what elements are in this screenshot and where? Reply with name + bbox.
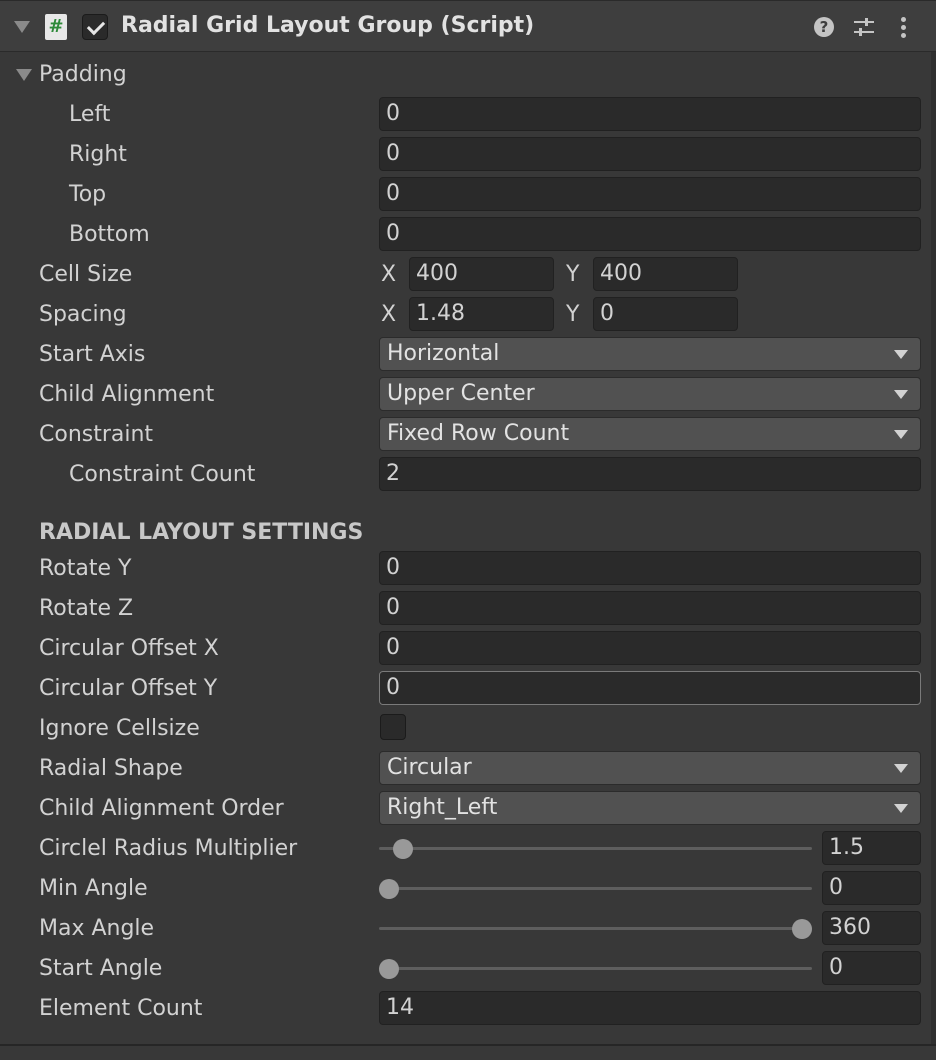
ignore-cellsize-label: Ignore Cellsize: [39, 716, 200, 741]
max-angle-slider[interactable]: [379, 927, 812, 930]
ignore-cellsize-checkbox[interactable]: [380, 714, 406, 740]
circle-radius-multiplier-slider[interactable]: [379, 847, 812, 850]
padding-bottom-label: Bottom: [69, 222, 150, 247]
component-title: Radial Grid Layout Group (Script): [121, 13, 535, 38]
component-header: # Radial Grid Layout Group (Script) ?: [0, 0, 936, 52]
child-alignment-order-label: Child Alignment Order: [39, 796, 284, 821]
script-icon: #: [45, 14, 67, 40]
radial-shape-dropdown[interactable]: Circular: [379, 751, 921, 785]
start-axis-value: Horizontal: [387, 341, 500, 366]
start-angle-slider-thumb[interactable]: [379, 959, 399, 979]
padding-right-field[interactable]: 0: [379, 137, 921, 171]
chevron-down-icon: [894, 430, 908, 439]
fold-arrow-icon[interactable]: [14, 21, 30, 33]
circular-offset-x-label: Circular Offset X: [39, 636, 219, 661]
start-angle-field[interactable]: 0: [822, 951, 921, 985]
start-angle-label: Start Angle: [39, 956, 163, 981]
max-angle-field[interactable]: 360: [822, 911, 921, 945]
cell-size-y-letter[interactable]: Y: [566, 261, 579, 289]
scrollbar[interactable]: [931, 52, 936, 1044]
rotate-z-label: Rotate Z: [39, 596, 134, 621]
min-angle-label: Min Angle: [39, 876, 148, 901]
cell-size-x-field[interactable]: 400: [409, 257, 554, 291]
padding-fold-arrow-icon[interactable]: [16, 69, 32, 81]
spacing-label: Spacing: [39, 302, 127, 327]
circular-offset-x-field[interactable]: 0: [379, 631, 921, 665]
padding-bottom-field[interactable]: 0: [379, 217, 921, 251]
circular-offset-y-field[interactable]: 0: [379, 671, 921, 705]
constraint-count-field[interactable]: 2: [379, 457, 921, 491]
radial-shape-value: Circular: [387, 755, 472, 780]
component-enabled-checkbox[interactable]: [82, 14, 108, 40]
min-angle-slider-thumb[interactable]: [379, 879, 399, 899]
padding-label[interactable]: Padding: [39, 61, 127, 89]
start-axis-dropdown[interactable]: Horizontal: [379, 337, 921, 371]
rotate-y-field[interactable]: 0: [379, 551, 921, 585]
padding-top-field[interactable]: 0: [379, 177, 921, 211]
spacing-y-field[interactable]: 0: [593, 297, 738, 331]
child-alignment-dropdown[interactable]: Upper Center: [379, 377, 921, 411]
child-alignment-order-value: Right_Left: [387, 795, 498, 820]
circle-radius-multiplier-label: Circlel Radius Multiplier: [39, 836, 298, 861]
spacing-y-letter[interactable]: Y: [566, 301, 579, 329]
cell-size-label: Cell Size: [39, 262, 133, 287]
element-count-label: Element Count: [39, 996, 203, 1021]
child-alignment-order-dropdown[interactable]: Right_Left: [379, 791, 921, 825]
circular-offset-y-label: Circular Offset Y: [39, 676, 218, 701]
chevron-down-icon: [894, 390, 908, 399]
padding-top-label: Top: [69, 182, 107, 207]
cell-size-y-field[interactable]: 400: [593, 257, 738, 291]
chevron-down-icon: [894, 764, 908, 773]
circle-radius-multiplier-field[interactable]: 1.5: [822, 831, 921, 865]
constraint-value: Fixed Row Count: [387, 421, 570, 446]
spacing-x-letter[interactable]: X: [381, 301, 396, 329]
preset-icon[interactable]: [852, 15, 876, 39]
more-icon[interactable]: [896, 15, 910, 41]
constraint-dropdown[interactable]: Fixed Row Count: [379, 417, 921, 451]
min-angle-slider[interactable]: [379, 887, 812, 890]
radial-shape-label: Radial Shape: [39, 756, 183, 781]
rotate-y-label: Rotate Y: [39, 556, 132, 581]
max-angle-slider-thumb[interactable]: [792, 919, 812, 939]
spacing-x-field[interactable]: 1.48: [409, 297, 554, 331]
radial-settings-heading: RADIAL LAYOUT SETTINGS: [39, 520, 364, 545]
chevron-down-icon: [894, 804, 908, 813]
padding-right-label: Right: [69, 142, 127, 167]
min-angle-field[interactable]: 0: [822, 871, 921, 905]
child-alignment-label: Child Alignment: [39, 382, 215, 407]
constraint-label: Constraint: [39, 422, 154, 447]
padding-left-field[interactable]: 0: [379, 97, 921, 131]
element-count-field[interactable]: 14: [379, 991, 921, 1025]
start-angle-slider[interactable]: [379, 967, 812, 970]
help-icon[interactable]: ?: [814, 17, 834, 37]
padding-left-label: Left: [69, 102, 111, 127]
chevron-down-icon: [894, 350, 908, 359]
rotate-z-field[interactable]: 0: [379, 591, 921, 625]
start-axis-label: Start Axis: [39, 342, 146, 367]
max-angle-label: Max Angle: [39, 916, 155, 941]
circle-radius-multiplier-slider-thumb[interactable]: [393, 839, 414, 859]
cell-size-x-letter[interactable]: X: [381, 261, 396, 289]
constraint-count-label: Constraint Count: [69, 462, 256, 487]
child-alignment-value: Upper Center: [387, 381, 535, 406]
footer-divider: [0, 1044, 936, 1046]
